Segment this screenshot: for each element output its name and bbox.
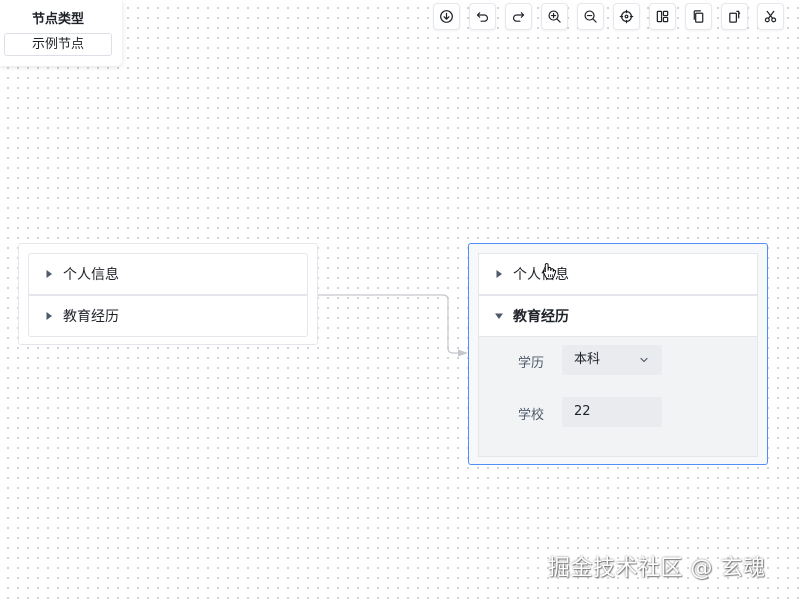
- cut-button[interactable]: [757, 3, 784, 30]
- fit-view-button[interactable]: [613, 3, 640, 30]
- form-node-left[interactable]: 个人信息 教育经历: [18, 243, 318, 345]
- section-education[interactable]: 教育经历: [478, 295, 758, 337]
- undo-button[interactable]: [469, 3, 496, 30]
- node-type-panel-title: 节点类型: [31, 12, 84, 27]
- section-education[interactable]: 教育经历: [28, 295, 308, 337]
- zoom-in-icon: [548, 10, 561, 23]
- fit-view-icon: [619, 9, 634, 24]
- school-label: 学校: [518, 408, 545, 423]
- section-label: 个人信息: [513, 267, 569, 283]
- undo-icon: [476, 12, 489, 22]
- education-panel: 学历 本科 学校 22: [478, 337, 758, 457]
- layout-icon: [656, 10, 669, 23]
- zoom-in-button[interactable]: [541, 3, 568, 30]
- watermark-text: 掘金技术社区 @ 玄魂: [548, 556, 766, 581]
- chevron-down-icon: [640, 357, 648, 363]
- copy-button[interactable]: [685, 3, 712, 30]
- node-type-panel: 节点类型 示例节点: [0, 0, 122, 66]
- education-level-select[interactable]: 本科: [562, 345, 662, 375]
- download-icon: [440, 10, 453, 23]
- redo-button[interactable]: [505, 3, 532, 30]
- caret-right-icon: [46, 270, 52, 278]
- copy-icon: [693, 10, 704, 23]
- zoom-out-icon: [584, 10, 597, 23]
- section-label: 个人信息: [63, 267, 119, 283]
- section-personal-info[interactable]: 个人信息: [478, 253, 758, 295]
- hand-cursor-icon: [543, 263, 557, 280]
- cut-icon: [764, 10, 777, 23]
- section-label: 教育经历: [63, 309, 119, 325]
- paste-button[interactable]: [721, 3, 748, 30]
- paste-icon: [729, 10, 741, 23]
- school-value: 22: [574, 404, 591, 419]
- section-personal-info[interactable]: 个人信息: [28, 253, 308, 295]
- section-label: 教育经历: [513, 309, 569, 325]
- form-node-right[interactable]: 个人信息 教育经历 学历 本科 学校 22: [468, 243, 768, 465]
- redo-icon: [512, 12, 525, 22]
- education-level-value: 本科: [574, 352, 601, 367]
- download-button[interactable]: [433, 3, 460, 30]
- zoom-out-button[interactable]: [577, 3, 604, 30]
- school-input[interactable]: 22: [562, 397, 662, 427]
- caret-right-icon: [46, 312, 52, 320]
- caret-down-icon: [495, 313, 503, 319]
- education-level-label: 学历: [518, 356, 545, 371]
- layout-button[interactable]: [649, 3, 676, 30]
- caret-right-icon: [496, 270, 502, 278]
- palette-item-example-node[interactable]: 示例节点: [4, 33, 112, 56]
